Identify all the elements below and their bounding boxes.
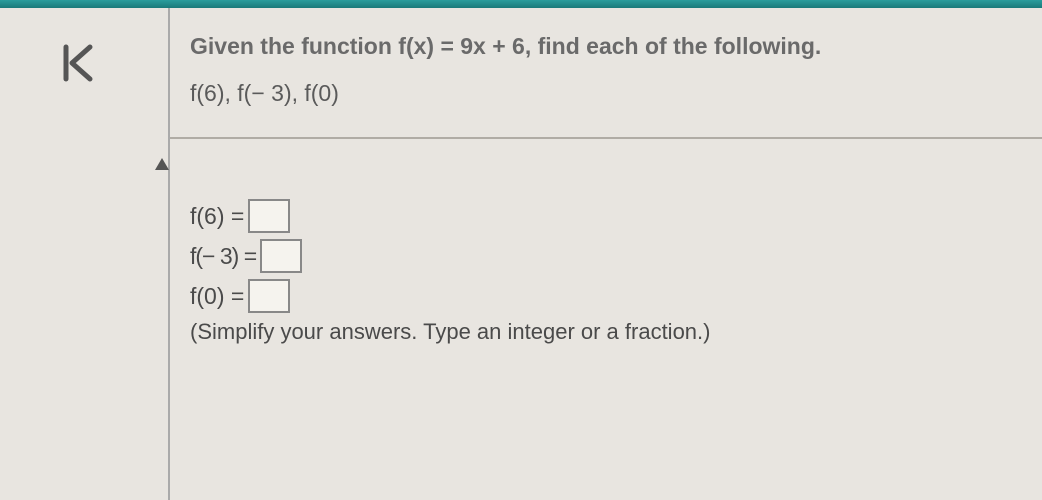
answer-label: f(− 3) = <box>190 243 256 270</box>
question-sublist: f(6), f(− 3), f(0) <box>190 80 1022 107</box>
left-panel <box>0 8 170 500</box>
answer-row: f(− 3) = <box>190 239 1022 273</box>
answer-input-f0[interactable] <box>248 279 290 313</box>
answer-label: f(0) = <box>190 283 244 310</box>
arrow-left-icon <box>62 41 106 85</box>
content-panel: Given the function f(x) = 9x + 6, find e… <box>170 8 1042 500</box>
answer-input-f6[interactable] <box>248 199 290 233</box>
answer-instruction: (Simplify your answers. Type an integer … <box>190 319 1022 345</box>
question-prompt: Given the function f(x) = 9x + 6, find e… <box>190 33 1022 60</box>
question-header: Given the function f(x) = 9x + 6, find e… <box>170 8 1042 139</box>
answer-row: f(6) = <box>190 199 1022 233</box>
answer-row: f(0) = <box>190 279 1022 313</box>
scroll-up-icon[interactable] <box>155 158 169 170</box>
answer-section: f(6) = f(− 3) = f(0) = (Simplify your an… <box>170 139 1042 365</box>
answer-label: f(6) = <box>190 203 244 230</box>
main-container: Given the function f(x) = 9x + 6, find e… <box>0 8 1042 500</box>
top-accent-bar <box>0 0 1042 8</box>
answer-input-fminus3[interactable] <box>260 239 302 273</box>
back-button[interactable] <box>59 38 109 88</box>
